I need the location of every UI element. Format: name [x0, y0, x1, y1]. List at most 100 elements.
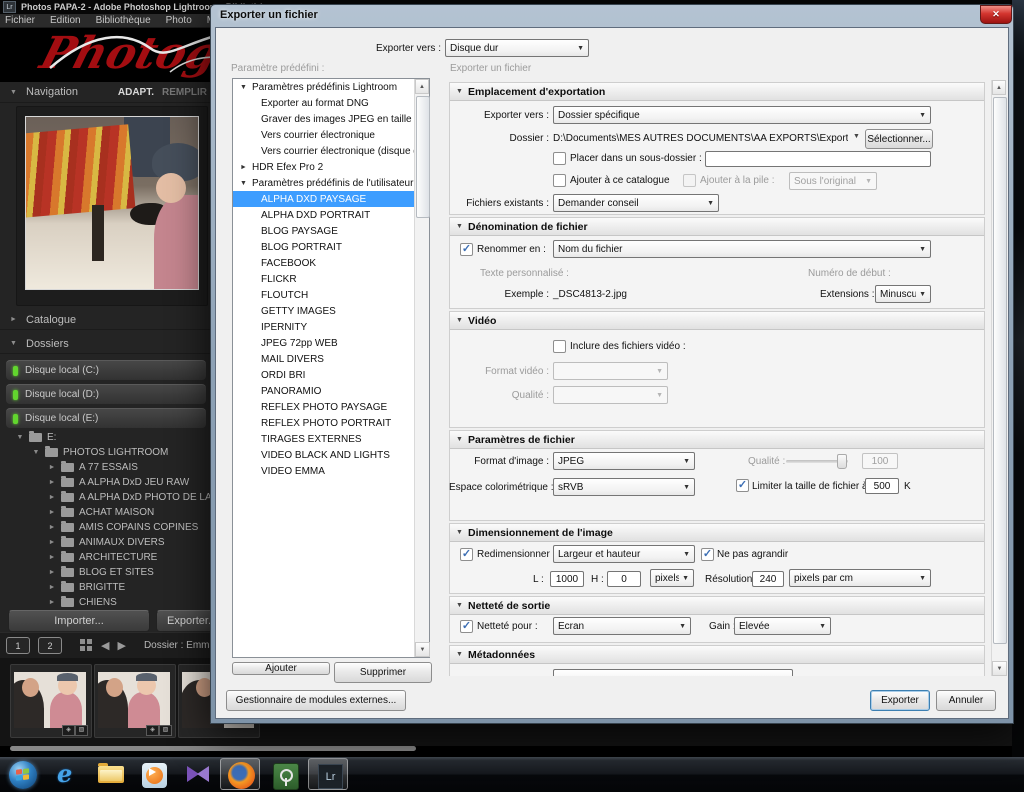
subfolder-checkbox[interactable]: [553, 152, 566, 165]
preset-item[interactable]: Vers courrier électronique: [233, 127, 414, 143]
start-button[interactable]: [2, 758, 42, 790]
taskbar-lightroom[interactable]: Lr: [308, 758, 348, 790]
cancel-button[interactable]: Annuler: [936, 690, 996, 711]
folder-row[interactable]: ►CHIENS: [0, 595, 212, 610]
scroll-up-icon[interactable]: ▲: [992, 80, 1006, 95]
taskbar-firefox[interactable]: [220, 758, 260, 790]
preset-item[interactable]: ORDI BRI: [233, 367, 414, 383]
preset-item[interactable]: REFLEX PHOTO PORTRAIT: [233, 415, 414, 431]
plugin-manager-button[interactable]: Gestionnaire de modules externes...: [226, 690, 406, 711]
rename-combo[interactable]: Nom du fichier▼: [553, 240, 931, 258]
edit-badge-icon[interactable]: ▨: [159, 725, 172, 736]
export-to-combo[interactable]: Dossier spécifique▼: [553, 106, 931, 124]
folder-path[interactable]: D:\Documents\MES AUTRES DOCUMENTS\AA EXP…: [553, 133, 848, 144]
tree-arrow-icon[interactable]: ►: [48, 584, 56, 591]
filmstrip-thumbnail[interactable]: ◈ ▨: [94, 664, 176, 738]
scrollbar-thumb[interactable]: [993, 97, 1007, 644]
tree-arrow-icon[interactable]: ▼: [32, 449, 40, 456]
tree-arrow-icon[interactable]: ►: [48, 524, 56, 531]
tree-arrow-icon[interactable]: ►: [48, 464, 56, 471]
next-photo-icon[interactable]: ▶: [117, 639, 125, 652]
resize-mode-combo[interactable]: Largeur et hauteur▼: [553, 545, 695, 563]
choose-folder-button[interactable]: Sélectionner...: [865, 129, 933, 149]
preset-item[interactable]: FACEBOOK: [233, 255, 414, 271]
screen-2-button[interactable]: 2: [38, 637, 62, 654]
folder-row[interactable]: ►A ALPHA DxD PHOTO DE LA SEM: [0, 490, 212, 505]
preset-item[interactable]: MAIL DIVERS: [233, 351, 414, 367]
drive-d[interactable]: Disque local (D:): [6, 384, 206, 404]
filmstrip-scrollbar[interactable]: [10, 746, 416, 751]
drive-c[interactable]: Disque local (C:): [6, 360, 206, 380]
preset-item[interactable]: ALPHA DXD PORTRAIT: [233, 207, 414, 223]
preset-item-selected[interactable]: ALPHA DXD PAYSAGE: [233, 191, 414, 207]
folder-row[interactable]: ►BRIGITTE: [0, 580, 212, 595]
preset-item[interactable]: PANORAMIO: [233, 383, 414, 399]
video-format-combo[interactable]: ▼: [553, 362, 668, 380]
folder-row[interactable]: ►A ALPHA DxD JEU RAW: [0, 475, 212, 490]
extensions-combo[interactable]: Minuscules▼: [875, 285, 931, 303]
menu-edition[interactable]: Edition: [50, 15, 81, 26]
tree-arrow-icon[interactable]: ►: [48, 554, 56, 561]
preset-item[interactable]: BLOG PORTRAIT: [233, 239, 414, 255]
section-header[interactable]: ▼ Dimensionnement de l'image: [450, 524, 984, 542]
collection-badge-icon[interactable]: ◈: [146, 725, 159, 736]
taskbar-media-player[interactable]: [134, 758, 174, 790]
drive-e[interactable]: Disque local (E:): [6, 408, 206, 428]
preset-item[interactable]: Graver des images JPEG en taille réelle: [233, 111, 414, 127]
section-header[interactable]: ▼ Vidéo: [450, 312, 984, 330]
tree-arrow-icon[interactable]: ►: [48, 599, 56, 606]
height-input[interactable]: [607, 571, 641, 587]
remove-preset-button[interactable]: Supprimer: [334, 662, 432, 683]
export-to-top-combo[interactable]: Disque dur▼: [445, 39, 589, 57]
folder-row[interactable]: ▼E:: [0, 430, 212, 445]
scrollbar-thumb[interactable]: [416, 96, 430, 218]
section-header[interactable]: ▼ Emplacement d'exportation: [450, 83, 984, 101]
add-preset-button[interactable]: Ajouter: [232, 662, 330, 675]
add-to-stack-checkbox[interactable]: [683, 174, 696, 187]
preset-item[interactable]: Vers courrier électronique (disque dur): [233, 143, 414, 159]
preset-item[interactable]: GETTY IMAGES: [233, 303, 414, 319]
filmstrip-thumbnail[interactable]: ◈ ▨: [10, 664, 92, 738]
zoom-remplir[interactable]: REMPLIR: [162, 87, 207, 98]
taskbar-keepass[interactable]: [264, 758, 304, 790]
export-button[interactable]: Exporter: [870, 690, 930, 711]
taskbar-internet-explorer[interactable]: e: [46, 758, 86, 790]
close-button[interactable]: ✕: [980, 5, 1012, 24]
tree-arrow-icon[interactable]: ►: [48, 539, 56, 546]
preset-item[interactable]: FLICKR: [233, 271, 414, 287]
resolution-input[interactable]: [752, 571, 784, 587]
grid-view-icon[interactable]: [80, 639, 93, 652]
dossiers-panel-header[interactable]: ▼ Dossiers: [0, 334, 212, 354]
sharpen-checkbox[interactable]: ✓: [460, 620, 473, 633]
previous-photo-icon[interactable]: ◀: [101, 639, 109, 652]
preset-item[interactable]: REFLEX PHOTO PAYSAGE: [233, 399, 414, 415]
taskbar-kmplayer[interactable]: [178, 758, 218, 790]
subfolder-input[interactable]: [705, 151, 931, 167]
quality-slider-thumb[interactable]: [837, 454, 847, 469]
preset-item[interactable]: BLOG PAYSAGE: [233, 223, 414, 239]
no-enlarge-checkbox[interactable]: ✓: [701, 548, 714, 561]
preset-item[interactable]: TIRAGES EXTERNES: [233, 431, 414, 447]
navigator-preview-photo[interactable]: [25, 116, 199, 290]
scroll-down-icon[interactable]: ▼: [992, 661, 1007, 676]
tree-arrow-icon[interactable]: ►: [48, 509, 56, 516]
preset-item[interactable]: VIDEO BLACK AND LIGHTS: [233, 447, 414, 463]
tree-arrow-icon[interactable]: ▼: [16, 434, 24, 441]
tree-arrow-icon[interactable]: ►: [48, 569, 56, 576]
import-button[interactable]: Importer...: [8, 610, 150, 632]
existing-files-combo[interactable]: Demander conseil▼: [553, 194, 719, 212]
folder-row[interactable]: ►ARCHITECTURE: [0, 550, 212, 565]
metadata-combo[interactable]: [553, 669, 793, 676]
folder-row[interactable]: ►ANIMAUX DIVERS: [0, 535, 212, 550]
tree-arrow-icon[interactable]: ►: [48, 494, 56, 501]
menu-photo[interactable]: Photo: [166, 15, 192, 26]
preset-item[interactable]: IPERNITY: [233, 319, 414, 335]
folder-dropdown-icon[interactable]: ▼: [853, 133, 860, 140]
folder-row[interactable]: ►AMIS COPAINS COPINES: [0, 520, 212, 535]
menu-fichier[interactable]: Fichier: [5, 15, 35, 26]
zoom-adapt[interactable]: ADAPT.: [118, 87, 154, 98]
width-input[interactable]: [550, 571, 584, 587]
menu-bibliotheque[interactable]: Bibliothèque: [96, 15, 151, 26]
resolution-unit-combo[interactable]: pixels par cm▼: [789, 569, 931, 587]
limit-size-input[interactable]: [865, 478, 899, 494]
